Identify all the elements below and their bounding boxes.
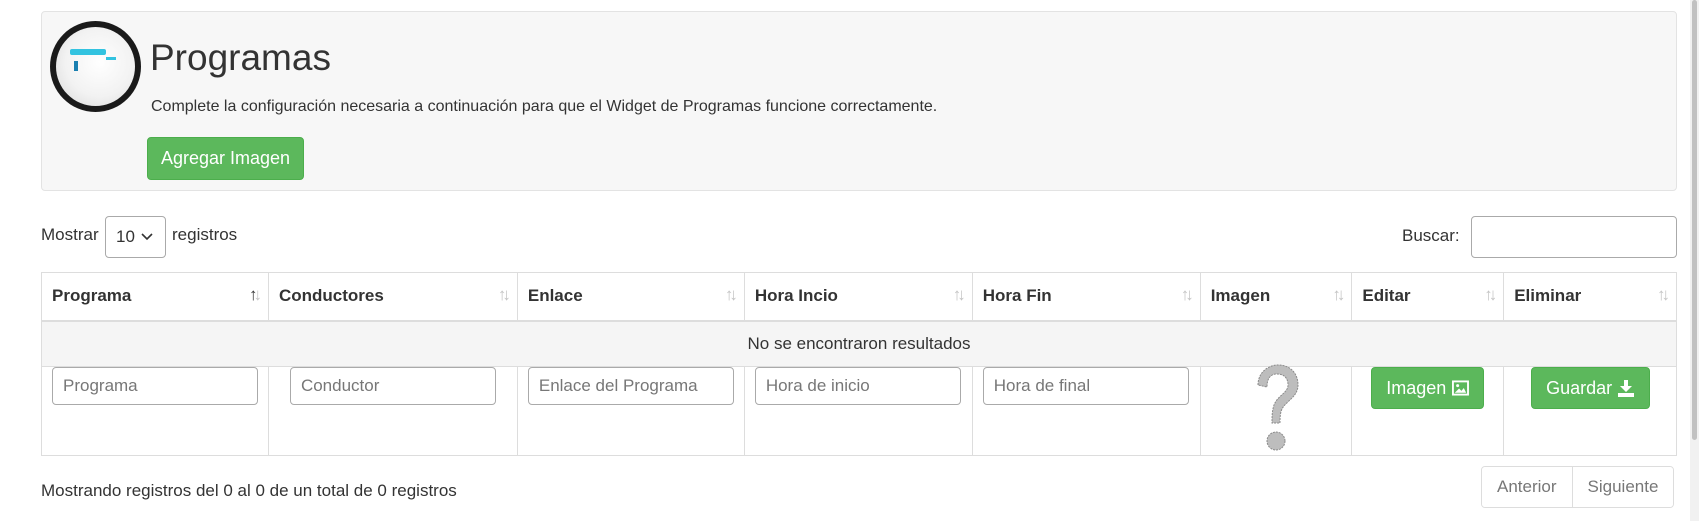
pagination: Anterior Siguiente bbox=[1481, 466, 1675, 508]
page-description: Complete la configuración necesaria a co… bbox=[151, 98, 938, 115]
chevron-down-icon bbox=[141, 230, 153, 244]
cell-eliminar: Guardar bbox=[1503, 366, 1677, 456]
column-label: Eliminar bbox=[1514, 286, 1582, 306]
column-header-hora-fin[interactable]: Hora Fin ↑↓ bbox=[971, 272, 1201, 322]
hora-fin-input[interactable]: Hora de final bbox=[982, 367, 1189, 405]
column-header-hora-inicio[interactable]: Hora Incio ↑↓ bbox=[743, 272, 973, 322]
column-header-conductores[interactable]: Conductores ↑↓ bbox=[267, 272, 518, 322]
cell-hora-fin: Hora de final bbox=[971, 366, 1201, 456]
sort-icon: ↑↓ bbox=[1332, 285, 1345, 304]
logo-mark bbox=[74, 61, 78, 71]
imagen-button[interactable]: Imagen bbox=[1371, 367, 1485, 409]
search-input[interactable] bbox=[1471, 216, 1677, 258]
sort-icon: ↑↓ bbox=[1657, 285, 1670, 304]
logo bbox=[50, 21, 141, 112]
sort-icon: ↑↓ bbox=[497, 285, 511, 304]
table-info: Mostrando registros del 0 al 0 de un tot… bbox=[41, 481, 457, 500]
page-length-select[interactable]: 10 bbox=[105, 216, 166, 258]
column-header-eliminar[interactable]: Eliminar ↑↓ bbox=[1503, 272, 1677, 322]
cell-imagen bbox=[1199, 364, 1353, 456]
vertical-scrollbar[interactable] bbox=[1690, 0, 1699, 521]
next-page-button[interactable]: Siguiente bbox=[1571, 467, 1674, 507]
sort-icon: ↑↓ bbox=[724, 285, 738, 304]
sort-icon: ↑↓ bbox=[952, 285, 966, 304]
new-program-row: Programa Conductor Enlace del Programa H… bbox=[41, 364, 1677, 456]
guardar-button-label: Guardar bbox=[1546, 377, 1613, 398]
records-label: registros bbox=[172, 225, 238, 244]
column-label: Programa bbox=[52, 286, 132, 306]
question-mark-icon bbox=[1257, 364, 1299, 451]
page-length-value: 10 bbox=[116, 227, 135, 246]
programa-input[interactable]: Programa bbox=[52, 367, 258, 405]
column-header-imagen[interactable]: Imagen ↑↓ bbox=[1199, 272, 1353, 322]
cell-editar: Imagen bbox=[1351, 366, 1505, 456]
programs-table: Programa ↑↓ Conductores ↑↓ Enlace ↑↓ Hor… bbox=[41, 272, 1677, 456]
logo-mark bbox=[106, 57, 116, 60]
cell-programa: Programa bbox=[41, 366, 269, 456]
scrollbar-thumb[interactable] bbox=[1692, 0, 1697, 440]
previous-page-button[interactable]: Anterior bbox=[1482, 467, 1572, 507]
sort-icon: ↑↓ bbox=[1180, 285, 1194, 304]
column-label: Conductores bbox=[278, 286, 384, 306]
column-header-enlace[interactable]: Enlace ↑↓ bbox=[516, 272, 745, 322]
column-header-editar[interactable]: Editar ↑↓ bbox=[1351, 272, 1505, 322]
search-label: Buscar: bbox=[1402, 226, 1460, 245]
hora-inicio-input[interactable]: Hora de inicio bbox=[754, 367, 961, 405]
sort-icon: ↑↓ bbox=[1484, 285, 1497, 304]
column-label: Editar bbox=[1362, 286, 1411, 306]
column-label: Hora Incio bbox=[754, 286, 838, 306]
column-label: Imagen bbox=[1210, 286, 1271, 306]
logo-image bbox=[56, 27, 135, 106]
cell-enlace: Enlace del Programa bbox=[516, 366, 745, 456]
enlace-input[interactable]: Enlace del Programa bbox=[527, 367, 734, 405]
empty-message: No se encontraron resultados bbox=[41, 320, 1677, 367]
conductor-input[interactable]: Conductor bbox=[289, 367, 496, 405]
column-header-programa[interactable]: Programa ↑↓ bbox=[41, 272, 269, 322]
imagen-button-label: Imagen bbox=[1386, 377, 1447, 398]
cell-conductores: Conductor bbox=[267, 366, 518, 456]
add-image-button[interactable]: Agregar Imagen bbox=[147, 137, 304, 180]
guardar-button[interactable]: Guardar bbox=[1530, 367, 1650, 409]
page-title: Programas bbox=[150, 37, 331, 78]
column-label: Enlace bbox=[527, 286, 583, 306]
picture-icon bbox=[1452, 380, 1470, 396]
logo-mark bbox=[70, 49, 106, 55]
cell-hora-inicio: Hora de inicio bbox=[743, 366, 973, 456]
column-label: Hora Fin bbox=[982, 286, 1052, 306]
download-icon bbox=[1618, 379, 1635, 397]
table-header-row: Programa ↑↓ Conductores ↑↓ Enlace ↑↓ Hor… bbox=[41, 272, 1677, 322]
show-label: Mostrar bbox=[41, 225, 99, 244]
sort-asc-icon: ↑↓ bbox=[248, 285, 262, 304]
empty-results-row: No se encontraron resultados bbox=[41, 320, 1677, 367]
